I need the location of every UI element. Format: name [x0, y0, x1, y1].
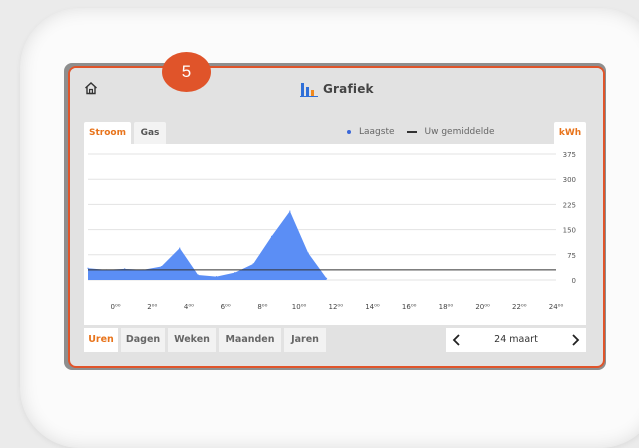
y-tick-label: 150	[563, 227, 576, 235]
y-tick-label: 375	[563, 151, 576, 159]
page-title-group: Grafiek	[300, 79, 374, 99]
unit-kwh-button[interactable]: kWh	[554, 122, 586, 144]
data-point	[234, 272, 236, 274]
tab-uren[interactable]: Uren	[84, 328, 118, 352]
x-tick-label: 6⁰⁰	[221, 303, 231, 311]
data-point	[87, 267, 89, 269]
chart-area: 375 300 225 150 75 0 0⁰⁰ 2⁰⁰ 4⁰⁰ 6⁰⁰ 8⁰⁰ 10⁰⁰ 12⁰⁰ 14…	[84, 144, 586, 325]
legend-dot-icon	[347, 130, 351, 134]
data-point	[307, 252, 309, 254]
date-label: 24 maart	[494, 334, 538, 345]
data-point	[270, 235, 273, 237]
legend-lowest: Laagste	[359, 127, 395, 137]
x-tick-label: 16⁰⁰	[402, 303, 417, 311]
bottom-bar: Uren Dagen Weken Maanden Jaren 24 maart	[84, 326, 586, 354]
tab-dagen[interactable]: Dagen	[121, 328, 165, 352]
data-point	[252, 263, 254, 265]
legend-line-icon	[406, 131, 417, 133]
header-bar: Grafiek	[70, 68, 603, 119]
tab-weken[interactable]: Weken	[168, 328, 216, 352]
x-tick-label: 10⁰⁰	[292, 303, 307, 311]
x-tick-label: 4⁰⁰	[184, 303, 194, 311]
data-point	[289, 210, 291, 212]
x-tick-label: 2⁰⁰	[147, 303, 157, 311]
x-tick-label: 12⁰⁰	[328, 303, 343, 311]
x-tick-label: 14⁰⁰	[365, 303, 380, 311]
page-title: Grafiek	[323, 82, 374, 96]
chevron-right-icon[interactable]	[570, 334, 580, 346]
bar-chart-icon	[300, 83, 318, 97]
usage-chart: 375 300 225 150 75 0 0⁰⁰ 2⁰⁰ 4⁰⁰ 6⁰⁰ 8⁰⁰ 10⁰⁰ 12⁰⁰ 14…	[87, 151, 576, 311]
legend-average: Uw gemiddelde	[424, 127, 495, 137]
date-navigator: 24 maart	[446, 328, 586, 352]
data-point	[215, 276, 218, 278]
x-tick-label: 8⁰⁰	[257, 303, 267, 311]
tab-gas[interactable]: Gas	[134, 122, 166, 144]
y-tick-label: 225	[563, 201, 576, 209]
data-point	[197, 274, 199, 276]
x-tick-label: 22⁰⁰	[512, 303, 527, 311]
data-point	[160, 265, 163, 268]
tab-jaren[interactable]: Jaren	[284, 328, 326, 352]
step-badge: 5	[162, 52, 211, 92]
data-point	[325, 277, 328, 279]
tab-stroom[interactable]: Stroom	[84, 122, 131, 144]
y-tick-label: 0	[572, 277, 576, 285]
chart-legend: Laagste Uw gemiddelde	[347, 127, 495, 137]
data-point	[179, 247, 181, 249]
tab-maanden[interactable]: Maanden	[219, 328, 281, 352]
thermostat-screen: Grafiek Stroom Gas Laagste Uw gemiddelde…	[68, 66, 605, 368]
x-tick-label: 0⁰⁰	[110, 303, 120, 311]
x-tick-label: 24⁰⁰	[549, 303, 564, 311]
x-tick-label: 20⁰⁰	[475, 303, 490, 311]
home-icon[interactable]	[84, 81, 98, 95]
y-tick-label: 300	[563, 176, 576, 184]
y-tick-label: 75	[567, 252, 576, 260]
x-tick-label: 18⁰⁰	[439, 303, 454, 311]
data-point	[124, 268, 126, 270]
